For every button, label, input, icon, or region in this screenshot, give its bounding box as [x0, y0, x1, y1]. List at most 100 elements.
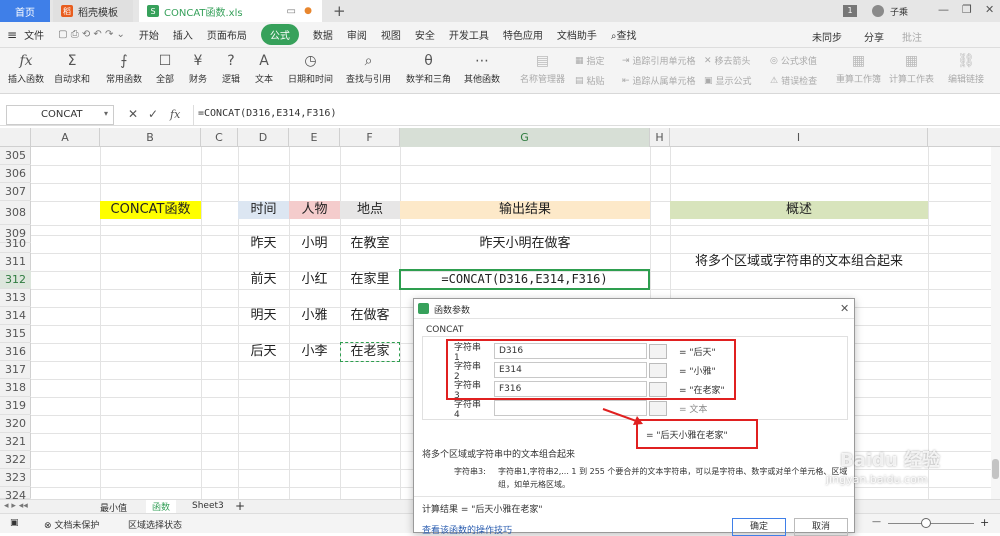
cell-d314[interactable]: 明天 [238, 307, 289, 325]
menu-review[interactable]: 审阅 [347, 27, 367, 42]
row-header[interactable]: 313 [0, 289, 31, 307]
add-sheet-button[interactable]: + [235, 499, 245, 513]
cell-e314[interactable]: 小雅 [289, 307, 340, 325]
header-person[interactable]: 人物 [289, 201, 340, 219]
logic-button[interactable]: ? 逻辑 [221, 50, 241, 85]
trace-precedents-button[interactable]: ⇥ 追踪引用单元格 [622, 54, 696, 68]
toolbar-quick-icons[interactable]: ▢ ⎙ ⟲ ↶ ↷ ⌄ [58, 29, 125, 40]
sheet-tab-sheet3[interactable]: Sheet3 [192, 501, 224, 511]
cell-e310[interactable]: 小明 [289, 235, 340, 253]
col-header-i[interactable]: I [670, 128, 928, 147]
trace-dependents-button[interactable]: ⇤ 追踪从属单元格 [622, 74, 696, 88]
new-tab-button[interactable]: + [333, 2, 346, 20]
col-header-d[interactable]: D [238, 128, 289, 147]
finance-button[interactable]: ¥ 财务 [188, 50, 208, 85]
col-header-c[interactable]: C [201, 128, 238, 147]
avatar[interactable] [872, 5, 884, 17]
col-header-h[interactable]: H [650, 128, 670, 147]
cell-f310[interactable]: 在教室 [340, 235, 400, 253]
header-desc[interactable]: 概述 [670, 201, 928, 219]
error-check-button[interactable]: ⚠ 错误检查 [770, 74, 817, 88]
paste-button[interactable]: ▤ 粘贴 [575, 74, 605, 88]
cell-f314[interactable]: 在做客 [340, 307, 400, 325]
doc-protect-status[interactable]: ⊗ 文档未保护 [44, 518, 99, 531]
active-cell-g312[interactable]: =CONCAT(D316,E314,F316) [399, 269, 650, 290]
menu-security[interactable]: 安全 [415, 27, 435, 42]
row-header[interactable]: 316 [0, 343, 31, 361]
menu-formulas[interactable]: 公式 [260, 24, 299, 45]
monitor-icon[interactable]: ▭ [287, 6, 296, 17]
row-header[interactable]: 307 [0, 183, 31, 201]
row-header[interactable]: 311 [0, 253, 31, 271]
tab-current-file[interactable]: S CONCAT函数.xls ● ▭ [139, 0, 322, 22]
col-header-g[interactable]: G [400, 128, 650, 147]
row-header[interactable]: 321 [0, 433, 31, 451]
row-header[interactable]: 315 [0, 325, 31, 343]
fx-icon[interactable]: fx [170, 108, 180, 121]
header-output[interactable]: 输出结果 [400, 201, 650, 219]
col-header-f[interactable]: F [340, 128, 400, 147]
sheet-nav-icons[interactable]: ◂ ▸ ◂◂ [4, 501, 28, 511]
cancel-icon[interactable]: ✕ [128, 107, 138, 121]
col-header-b[interactable]: B [100, 128, 201, 147]
header-time[interactable]: 时间 [238, 201, 289, 219]
ok-button[interactable]: 确定 [732, 518, 786, 536]
edit-links-button[interactable]: ⛓ 编辑链接 [948, 50, 984, 85]
menu-doc-assistant[interactable]: 文档助手 [557, 27, 597, 42]
menu-developer[interactable]: 开发工具 [449, 27, 489, 42]
lookup-button[interactable]: ⌕ 查找与引用 [346, 50, 391, 85]
specify-button[interactable]: ▦ 指定 [575, 54, 605, 68]
cell-e312[interactable]: 小红 [289, 271, 340, 289]
zoom-slider-handle[interactable] [921, 518, 931, 528]
row-header[interactable]: 319 [0, 397, 31, 415]
formula-input[interactable]: =CONCAT(D316,E314,F316) [193, 105, 999, 125]
menu-home[interactable]: 开始 [139, 27, 159, 42]
close-icon[interactable]: ✕ [840, 302, 849, 315]
cell-g310[interactable]: 昨天小明在做客 [400, 235, 650, 253]
menu-features[interactable]: 特色应用 [503, 27, 543, 42]
other-functions-button[interactable]: ⋯ 其他函数 [464, 50, 500, 85]
row-header[interactable]: 310 [0, 235, 31, 253]
datetime-button[interactable]: ◷ 日期和时间 [288, 50, 333, 85]
zoom-slider[interactable] [888, 523, 974, 524]
tab-docer-template[interactable]: 稻稻壳模板 [53, 0, 133, 22]
row-header[interactable]: 306 [0, 165, 31, 183]
dialog-titlebar[interactable]: 函数参数 ✕ [414, 299, 854, 319]
cell-f316-marching[interactable]: 在老家 [340, 342, 400, 362]
insert-function-button[interactable]: fx 插入函数 [8, 50, 44, 85]
minimize-icon[interactable]: — [938, 3, 949, 16]
autosum-button[interactable]: Σ 自动求和 [54, 50, 90, 85]
sheet-tab-functions[interactable]: 函数 [146, 500, 177, 513]
name-box[interactable]: CONCAT [6, 105, 114, 125]
row-header[interactable]: 317 [0, 361, 31, 379]
vertical-scrollbar[interactable] [991, 147, 1000, 499]
row-header[interactable]: 320 [0, 415, 31, 433]
menu-page-layout[interactable]: 页面布局 [207, 27, 247, 42]
all-functions-button[interactable]: ☐ 全部 [155, 50, 175, 85]
row-header-selected[interactable]: 312 [0, 271, 31, 289]
cell-f312[interactable]: 在家里 [340, 271, 400, 289]
text-button[interactable]: A 文本 [254, 50, 274, 85]
menu-view[interactable]: 视图 [381, 27, 401, 42]
name-manager-button[interactable]: ▤ 名称管理器 [520, 50, 565, 85]
cell-i311[interactable]: 将多个区域或字符串的文本组合起来 [670, 253, 928, 271]
share-button[interactable]: 分享 [864, 29, 884, 44]
row-header[interactable]: 305 [0, 147, 31, 165]
cancel-button[interactable]: 取消 [794, 518, 848, 536]
menu-file[interactable]: 文件 [24, 27, 44, 42]
user-name[interactable]: 子乘 [890, 5, 908, 18]
row-header[interactable]: 322 [0, 451, 31, 469]
restore-icon[interactable]: ❐ [962, 3, 972, 16]
scrollbar-thumb[interactable] [992, 459, 999, 479]
math-button[interactable]: θ 数学和三角 [406, 50, 451, 85]
col-header-a[interactable]: A [31, 128, 100, 147]
header-place[interactable]: 地点 [340, 201, 400, 219]
remove-arrows-button[interactable]: ✕ 移去箭头 [704, 54, 751, 68]
confirm-icon[interactable]: ✓ [148, 107, 158, 121]
chevron-down-icon[interactable]: ▾ [104, 109, 108, 118]
calculate-sheet-button[interactable]: ▦ 计算工作表 [889, 50, 934, 85]
select-all-corner[interactable] [0, 128, 31, 147]
show-formula-button[interactable]: ▣ 显示公式 [704, 74, 752, 88]
recalculate-workbook-button[interactable]: ▦ 重算工作簿 [836, 50, 881, 85]
sync-status[interactable]: 未同步 [812, 29, 842, 44]
